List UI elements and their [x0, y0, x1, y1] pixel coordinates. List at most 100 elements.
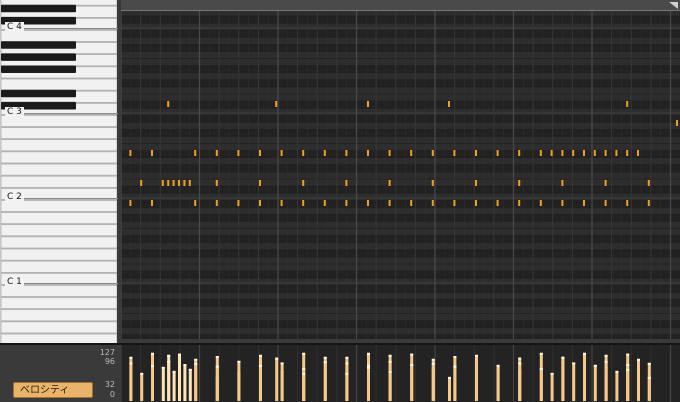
- note: [345, 150, 348, 156]
- velocity-bar-cap: [151, 364, 154, 367]
- grid-row: [121, 313, 680, 321]
- white-key: [0, 333, 118, 343]
- octave-divider-line: [18, 283, 118, 284]
- velocity-bar: [237, 360, 241, 401]
- velocity-bar: [448, 376, 451, 401]
- note-grid-canvas[interactable]: [121, 0, 680, 343]
- note: [475, 150, 477, 156]
- velocity-scale-0: 0: [109, 390, 115, 399]
- velocity-bar: [280, 362, 284, 401]
- velocity-bar-cap: [194, 358, 198, 361]
- velocity-bar-cap: [323, 356, 327, 359]
- grid-row: [121, 65, 680, 73]
- note: [188, 180, 191, 186]
- grid-row: [121, 58, 680, 66]
- note: [140, 180, 143, 186]
- velocity-bar-cap: [323, 361, 327, 364]
- note: [626, 200, 629, 206]
- velocity-bar: [194, 362, 198, 401]
- velocity-bar-cap: [237, 360, 241, 363]
- velocity-bar-cap: [453, 356, 457, 359]
- note: [259, 200, 261, 206]
- velocity-bar: [637, 358, 640, 401]
- note: [259, 150, 261, 156]
- note: [367, 101, 369, 107]
- octave-label: C 1: [5, 277, 24, 287]
- note: [388, 150, 391, 156]
- white-key: [0, 78, 118, 91]
- note: [448, 101, 450, 107]
- piano-keyboard[interactable]: C 4 C 3 C 2 C 1: [0, 0, 121, 343]
- velocity-bar-cap: [178, 353, 181, 356]
- note: [561, 150, 564, 156]
- timeline-ruler[interactable]: [121, 0, 680, 11]
- velocity-bar: [626, 368, 630, 401]
- note: [518, 180, 521, 186]
- velocity-bar: [561, 356, 565, 401]
- velocity-bars[interactable]: [121, 345, 680, 402]
- velocity-bar-cap: [367, 352, 370, 355]
- note: [215, 180, 218, 186]
- velocity-bar-cap: [151, 352, 154, 355]
- note: [518, 150, 521, 156]
- velocity-bar-cap: [583, 352, 586, 355]
- white-key: [0, 236, 118, 249]
- velocity-bar-cap: [604, 360, 608, 363]
- grid-row: [121, 292, 680, 300]
- velocity-bar: [151, 364, 154, 401]
- note: [475, 200, 477, 206]
- octave-label: C 4: [5, 22, 24, 32]
- velocity-bar: [583, 352, 586, 401]
- note: [583, 150, 585, 156]
- note: [496, 200, 499, 206]
- grid-row: [121, 278, 680, 286]
- note: [431, 180, 434, 186]
- note: [129, 150, 132, 156]
- white-key: [0, 309, 118, 322]
- velocity-bar: [593, 364, 597, 401]
- velocity-bar-cap: [194, 362, 198, 365]
- black-key: [1, 53, 76, 61]
- velocity-bar: [572, 362, 576, 401]
- note: [151, 150, 153, 156]
- note: [194, 150, 197, 156]
- velocity-bar: [550, 372, 554, 401]
- velocity-bar: [539, 368, 543, 401]
- white-key: [0, 224, 118, 237]
- velocity-bar: [410, 364, 414, 401]
- velocity-bar-cap: [626, 364, 630, 367]
- grid-row: [121, 285, 680, 293]
- velocity-lane-button[interactable]: ベロシティ: [13, 382, 93, 398]
- grid-row: [121, 214, 680, 222]
- velocity-bar-cap: [345, 356, 349, 359]
- resize-corner-icon[interactable]: [666, 0, 680, 10]
- note: [431, 200, 434, 206]
- velocity-bar-cap: [280, 362, 284, 365]
- note: [215, 200, 218, 206]
- velocity-bar-cap: [604, 354, 608, 357]
- note: [183, 180, 186, 186]
- note: [410, 200, 413, 206]
- note: [561, 200, 564, 206]
- grid-row: [121, 264, 680, 272]
- note: [453, 200, 456, 206]
- velocity-lane[interactable]: [121, 345, 680, 402]
- velocity-bar-cap: [539, 368, 543, 371]
- velocity-bar-cap: [637, 358, 640, 361]
- note: [539, 150, 542, 156]
- note: [647, 200, 650, 206]
- velocity-bar-cap: [615, 370, 619, 373]
- note: [172, 180, 175, 186]
- white-key: [0, 212, 118, 225]
- note: [626, 101, 629, 107]
- velocity-bar: [453, 365, 457, 401]
- note-grid[interactable]: [121, 0, 680, 343]
- note: [323, 150, 326, 156]
- grid-row: [121, 143, 680, 151]
- white-key: [0, 115, 118, 127]
- velocity-bar-cap: [172, 370, 176, 373]
- black-key: [1, 41, 76, 49]
- keyboard-keys[interactable]: [0, 0, 121, 343]
- grid-row: [121, 37, 680, 45]
- grid-row: [121, 228, 680, 236]
